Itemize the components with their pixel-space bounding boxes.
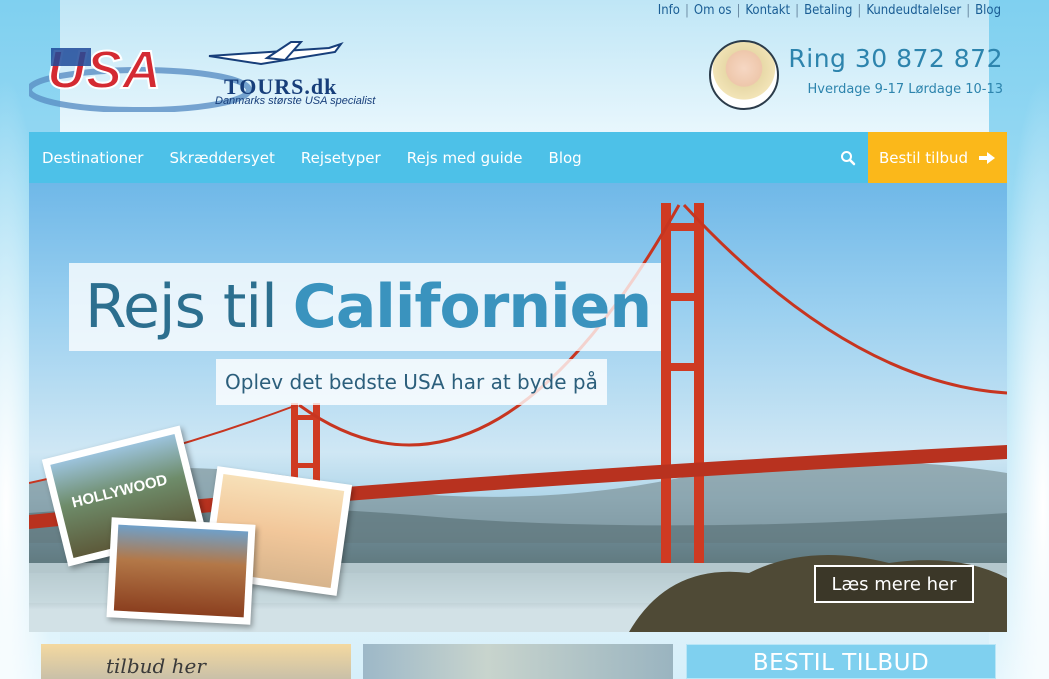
- hero-banner: Rejs til Californien Oplev det bedste US…: [29, 183, 1007, 632]
- phone-number[interactable]: Ring 30 872 872: [788, 44, 1003, 73]
- site-logo[interactable]: USA TOURS.dk Danmarks største USA specia…: [26, 39, 389, 113]
- nav-rejs-med-guide[interactable]: Rejs med guide: [407, 149, 523, 167]
- hero-title-highlight: Californien: [292, 272, 652, 342]
- top-links: Info | Om os | Kontakt | Betaling | Kundeudt…: [653, 3, 1006, 18]
- toplink-info[interactable]: Info: [653, 3, 685, 18]
- hollywood-sign-text: HOLLYWOOD: [70, 471, 170, 512]
- hero-title: Rejs til Californien: [69, 263, 662, 351]
- logo-tagline: Danmarks største USA specialist: [215, 95, 376, 107]
- bestil-tilbud-button[interactable]: Bestil tilbud: [868, 132, 1007, 183]
- hero-title-prefix: Rejs til: [85, 272, 278, 342]
- canyon-photo: [106, 517, 256, 625]
- nav-destinationer[interactable]: Destinationer: [42, 149, 143, 167]
- main-nav: Destinationer Skræddersyet Rejsetyper Re…: [29, 132, 1007, 183]
- toplink-blog[interactable]: Blog: [970, 3, 1006, 18]
- opening-hours: Hverdage 9-17 Lørdage 10-13: [807, 82, 1003, 97]
- toplink-om-os[interactable]: Om os: [689, 3, 737, 18]
- toplink-betaling[interactable]: Betaling: [799, 3, 857, 18]
- search-icon[interactable]: [828, 132, 868, 183]
- toplink-kontakt[interactable]: Kontakt: [740, 3, 795, 18]
- cta-label: Bestil tilbud: [878, 148, 969, 167]
- arrow-right-icon: [979, 151, 996, 164]
- promo-card-2[interactable]: [363, 644, 673, 679]
- promo-card-1[interactable]: tilbud her: [41, 644, 351, 679]
- toplink-kundeudtalelser[interactable]: Kundeudtalelser: [861, 3, 966, 18]
- promo-card-1-text: tilbud her: [106, 654, 206, 678]
- promo-card-3-title: BESTIL TILBUD: [752, 650, 930, 676]
- nav-blog[interactable]: Blog: [549, 149, 582, 167]
- nav-skraeddersyet[interactable]: Skræddersyet: [169, 149, 274, 167]
- advisor-avatar: [709, 40, 779, 110]
- hero-subtitle: Oplev det bedste USA har at byde på: [216, 359, 607, 405]
- read-more-button[interactable]: Læs mere her: [814, 565, 974, 603]
- promo-card-bestil-tilbud[interactable]: BESTIL TILBUD: [686, 644, 996, 679]
- nav-rejsetyper[interactable]: Rejsetyper: [301, 149, 381, 167]
